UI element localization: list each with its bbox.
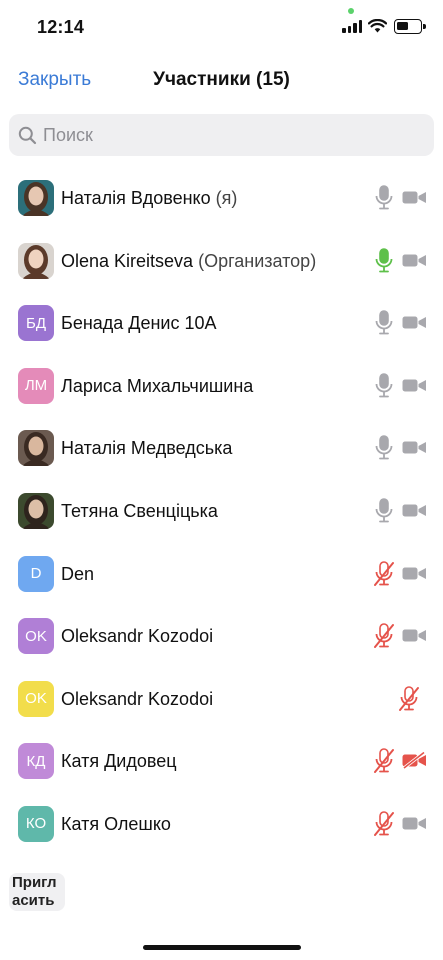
camera-indicator-dot <box>348 8 354 14</box>
avatar-initials: ЛМ <box>18 367 54 404</box>
participant-row[interactable]: Тетяна Свенціцька <box>0 480 443 543</box>
participant-row[interactable]: ЛМ Лариса Михальчишина <box>0 355 443 418</box>
avatar-initials: OK <box>18 618 54 655</box>
avatar-initials: БД <box>18 305 54 342</box>
participant-list: Наталія Вдовенко (я) Olena Kireitseva (Ор… <box>0 167 443 856</box>
video-off-icon <box>402 751 427 774</box>
participant-name: Наталія Вдовенко (я) <box>61 188 237 209</box>
avatar-initials: КД <box>18 743 54 780</box>
battery-icon <box>394 19 426 34</box>
mic-icon <box>373 247 395 279</box>
mic-muted-icon <box>398 685 420 717</box>
participant-name-text: Olena Kireitseva <box>61 250 194 271</box>
avatar-initials-text: БД <box>25 314 46 332</box>
video-camera-icon <box>402 439 427 461</box>
mic-muted-icon <box>373 811 395 842</box>
participant-name-text: Oleksandr Kozodoi <box>61 626 214 647</box>
avatar-initials-text: D <box>30 565 42 583</box>
participant-name-text: Наталія Медведська <box>61 438 233 459</box>
participant-name-text: Бенада Денис 10А <box>61 313 217 334</box>
wifi-icon <box>368 19 387 33</box>
mic-icon <box>373 435 395 466</box>
participant-row[interactable]: D Den <box>0 543 443 606</box>
participant-name: Тетяна Свенціцька <box>61 501 218 522</box>
video-camera-icon <box>402 502 427 524</box>
participant-name: Бенада Денис 10А <box>61 313 217 334</box>
participant-name: Oleksandr Kozodoi <box>61 689 213 710</box>
avatar-initials: D <box>18 555 54 592</box>
avatar-initials-text: OK <box>25 627 47 645</box>
mic-muted-icon <box>373 560 395 592</box>
avatar-initials: КО <box>18 805 54 842</box>
invite-label-line1: Пригл <box>12 874 57 891</box>
video-camera-icon <box>402 627 427 649</box>
avatar-photo <box>18 430 54 467</box>
mic-icon <box>373 372 395 404</box>
participant-name: Oleksandr Kozodoi <box>61 626 213 647</box>
video-camera-icon <box>402 815 427 837</box>
close-button[interactable]: Закрыть <box>18 69 91 91</box>
participant-name-text: Катя Дидовец <box>61 751 177 772</box>
cellular-signal-icon <box>342 20 362 33</box>
participant-row[interactable]: Наталія Медведська <box>0 417 443 480</box>
avatar-photo <box>18 492 54 529</box>
participant-name-text: Лариса Михальчишина <box>61 375 254 396</box>
video-camera-icon <box>402 565 427 587</box>
video-camera-icon <box>402 189 427 211</box>
participant-name-text: Тетяна Свенціцька <box>61 500 218 521</box>
mic-icon <box>373 185 395 216</box>
participant-name: Olena Kireitseva (Организатор) <box>61 251 316 272</box>
participant-role-label: (Организатор) <box>193 250 317 271</box>
avatar-initials-text: КД <box>26 752 46 770</box>
status-time: 12:14 <box>37 17 85 37</box>
participant-name-text: Катя Олешко <box>61 813 171 834</box>
participant-name-text: Oleksandr Kozodoi <box>61 688 214 709</box>
home-indicator <box>143 945 301 950</box>
video-camera-icon <box>402 314 427 336</box>
search-input[interactable] <box>43 120 423 150</box>
participant-row[interactable]: БД Бенада Денис 10А <box>0 292 443 355</box>
search-icon <box>18 126 37 145</box>
search-bar[interactable] <box>9 114 434 156</box>
avatar-initials-text: ЛМ <box>24 377 48 395</box>
video-camera-icon <box>402 252 427 274</box>
avatar-initials: OK <box>18 680 54 717</box>
participant-name: Den <box>61 564 94 585</box>
participant-row[interactable]: Наталія Вдовенко (я) <box>0 167 443 230</box>
avatar-initials-text: КО <box>25 815 47 833</box>
invite-button[interactable]: Пригл асить <box>9 873 65 911</box>
participant-name: Наталія Медведська <box>61 438 232 459</box>
mic-muted-icon <box>373 623 395 654</box>
participant-name: Катя Олешко <box>61 814 171 835</box>
participant-name-text: Наталія Вдовенко <box>61 188 211 208</box>
avatar-photo <box>18 180 54 216</box>
participant-row[interactable]: Olena Kireitseva (Организатор) <box>0 230 443 293</box>
avatar-photo <box>18 242 54 279</box>
invite-label-line2: асить <box>12 892 55 909</box>
mic-icon <box>373 498 395 529</box>
video-camera-icon <box>402 377 427 399</box>
participant-name: Лариса Михальчишина <box>61 376 253 397</box>
mic-muted-icon <box>373 748 395 779</box>
participant-row[interactable]: КО Катя Олешко <box>0 793 443 856</box>
participant-name-text: Den <box>61 563 95 584</box>
participant-role-label: (я) <box>210 188 238 208</box>
participant-row[interactable]: OK Oleksandr Kozodoi <box>0 668 443 731</box>
participant-name: Катя Дидовец <box>61 751 177 772</box>
participant-row[interactable]: КД Катя Дидовец <box>0 730 443 793</box>
avatar-initials-text: OK <box>25 690 47 708</box>
mic-icon <box>373 310 395 341</box>
participant-row[interactable]: OK Oleksandr Kozodoi <box>0 605 443 668</box>
status-bar: 12:14 <box>0 0 443 52</box>
header: Участники (15) Закрыть <box>0 58 443 102</box>
